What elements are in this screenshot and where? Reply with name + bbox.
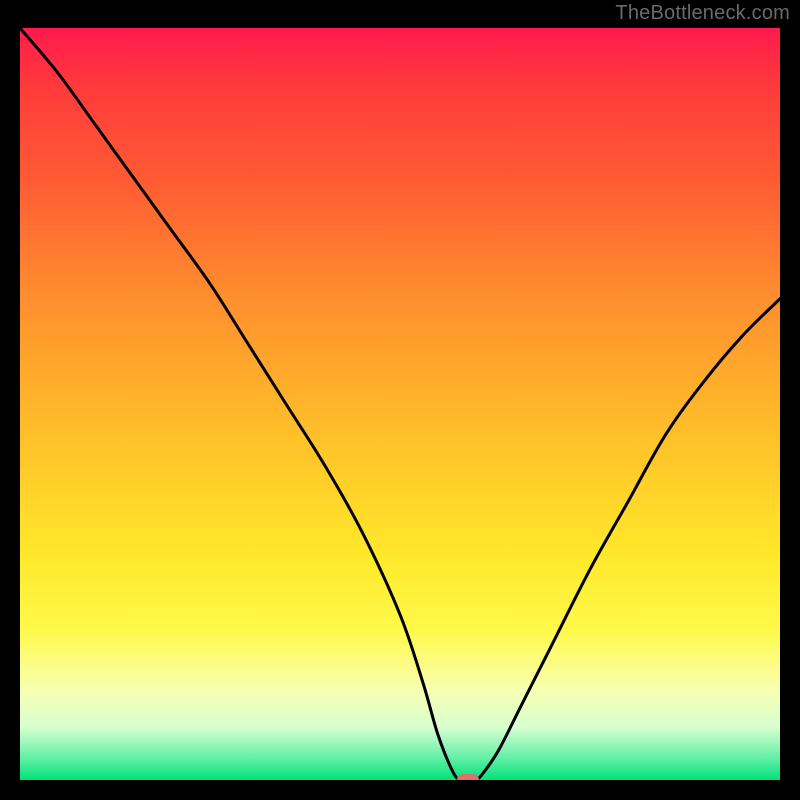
watermark-text: TheBottleneck.com	[615, 2, 790, 25]
plot-area	[20, 28, 780, 780]
optimal-point-marker	[457, 774, 479, 780]
bottleneck-curve	[20, 28, 780, 780]
chart-frame: TheBottleneck.com	[0, 0, 800, 800]
